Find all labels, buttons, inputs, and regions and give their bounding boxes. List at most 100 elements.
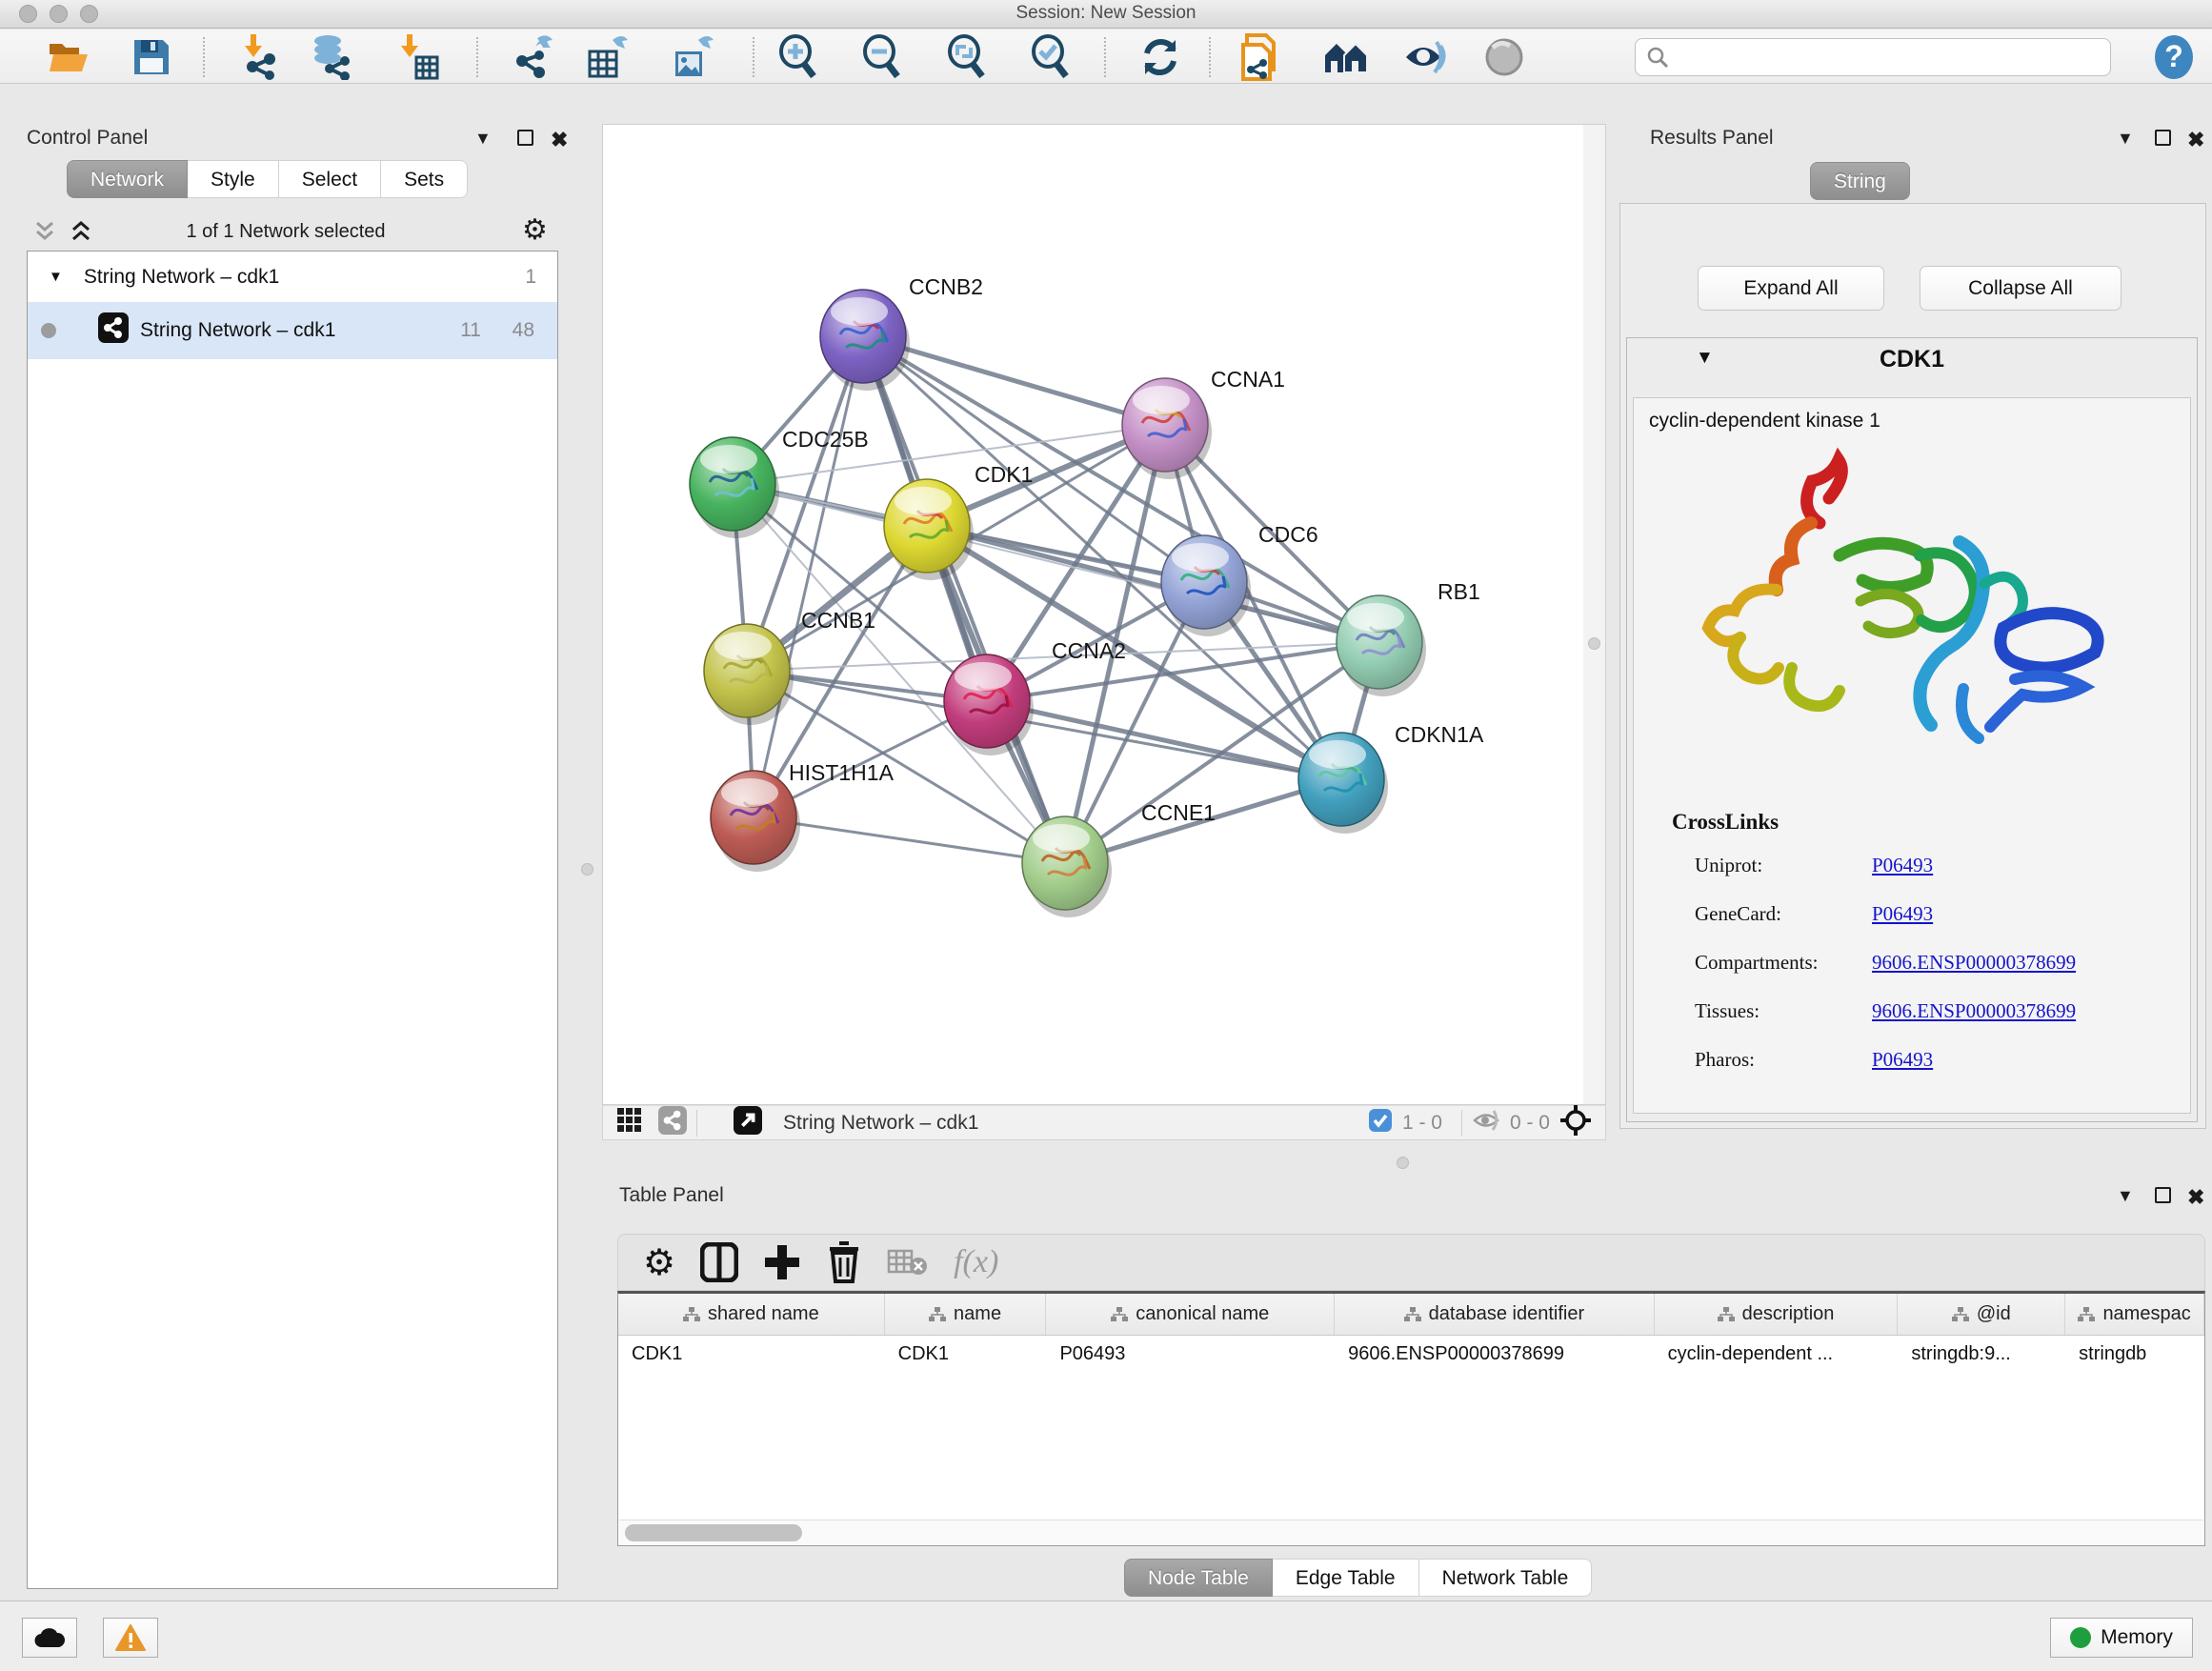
network-canvas[interactable]: CCNB2CCNA1CDC25BCDK1CDC6RB1CCNB1CCNA2CDK… bbox=[602, 124, 1606, 1105]
zoom-fit-icon[interactable] bbox=[942, 35, 992, 79]
tab-string[interactable]: String bbox=[1810, 162, 1910, 200]
clear-table-icon[interactable] bbox=[887, 1247, 929, 1278]
function-builder-icon[interactable]: f(x) bbox=[954, 1244, 998, 1280]
results-panel-maximize-icon[interactable] bbox=[2155, 130, 2171, 146]
column-header-name[interactable]: name bbox=[885, 1294, 1047, 1335]
crosslink-link[interactable]: 9606.ENSP00000378699 bbox=[1872, 999, 2076, 1023]
column-header-canonical-name[interactable]: canonical name bbox=[1046, 1294, 1335, 1335]
crosslink-link[interactable]: P06493 bbox=[1872, 1048, 1933, 1072]
network-overview-icon[interactable] bbox=[658, 1106, 687, 1139]
export-table-icon[interactable] bbox=[583, 35, 633, 79]
results-panel-close-icon[interactable]: ✖ bbox=[2187, 128, 2204, 152]
collapse-all-button[interactable]: Collapse All bbox=[1920, 266, 2122, 311]
node-CCNA1[interactable] bbox=[1122, 378, 1212, 479]
delete-column-icon[interactable] bbox=[826, 1241, 862, 1283]
table-horizontal-scrollbar[interactable] bbox=[619, 1520, 2203, 1544]
edge-CCNA2-CDKN1A[interactable] bbox=[987, 701, 1341, 779]
help-icon[interactable]: ? bbox=[2149, 35, 2199, 79]
save-session-icon[interactable] bbox=[127, 35, 176, 79]
hidden-eye-icon[interactable] bbox=[1472, 1108, 1500, 1137]
table-panel-close-icon[interactable]: ✖ bbox=[2187, 1185, 2204, 1210]
table-cell[interactable]: stringdb bbox=[2065, 1336, 2204, 1372]
export-network-icon[interactable] bbox=[508, 35, 557, 79]
node-CCNE1[interactable] bbox=[1022, 816, 1112, 917]
show-columns-icon[interactable] bbox=[700, 1242, 738, 1282]
column-header-shared-name[interactable]: shared name bbox=[618, 1294, 885, 1335]
zoom-out-icon[interactable] bbox=[857, 35, 907, 79]
node-CCNB2[interactable] bbox=[820, 290, 910, 391]
horizontal-splitter-handle[interactable] bbox=[1397, 1157, 1409, 1169]
import-table-icon[interactable] bbox=[392, 35, 442, 79]
import-network-icon[interactable] bbox=[236, 35, 286, 79]
memory-button[interactable]: Memory bbox=[2050, 1618, 2193, 1658]
table-panel-float-icon[interactable]: ▼ bbox=[2117, 1186, 2134, 1206]
network-row-selected[interactable]: String Network – cdk1 11 48 bbox=[28, 302, 557, 359]
add-column-icon[interactable] bbox=[763, 1242, 801, 1282]
tab-network[interactable]: Network bbox=[67, 160, 188, 198]
control-panel-float-icon[interactable]: ▼ bbox=[474, 129, 492, 149]
cloud-status-button[interactable] bbox=[22, 1618, 77, 1658]
edge-CCNB2-HIST1H1A[interactable] bbox=[754, 336, 863, 817]
canvas-splitter-handle[interactable] bbox=[1588, 637, 1600, 650]
warning-status-button[interactable] bbox=[103, 1618, 158, 1658]
cloud-icon bbox=[33, 1626, 66, 1649]
table-cell[interactable]: CDK1 bbox=[618, 1336, 885, 1372]
network-collection-row[interactable]: ▼ String Network – cdk1 1 bbox=[28, 252, 557, 302]
import-network-from-database-icon[interactable] bbox=[308, 35, 357, 79]
results-panel-float-icon[interactable]: ▼ bbox=[2117, 129, 2134, 149]
table-options-gear-icon[interactable]: ⚙ bbox=[643, 1241, 675, 1284]
clone-network-icon[interactable] bbox=[1236, 35, 1285, 79]
node-CDK1[interactable] bbox=[884, 479, 974, 580]
crosslink-link[interactable]: P06493 bbox=[1872, 902, 1933, 926]
tab-node-table[interactable]: Node Table bbox=[1124, 1559, 1273, 1597]
expand-all-button[interactable]: Expand All bbox=[1698, 266, 1884, 311]
left-splitter-handle[interactable] bbox=[581, 863, 593, 876]
node-RB1[interactable] bbox=[1337, 595, 1426, 696]
first-neighbors-icon[interactable] bbox=[1321, 35, 1371, 79]
column-header-description[interactable]: description bbox=[1655, 1294, 1899, 1335]
control-panel-maximize-icon[interactable] bbox=[517, 130, 533, 146]
zoom-in-icon[interactable] bbox=[774, 35, 823, 79]
node-CDC6[interactable] bbox=[1161, 535, 1251, 636]
table-cell[interactable]: P06493 bbox=[1046, 1336, 1335, 1372]
results-panel-title: Results Panel bbox=[1650, 127, 1774, 150]
node-CDKN1A[interactable] bbox=[1298, 733, 1388, 834]
collection-expand-caret[interactable]: ▼ bbox=[49, 269, 63, 285]
search-input[interactable] bbox=[1635, 38, 2111, 76]
table-cell[interactable]: stringdb:9... bbox=[1898, 1336, 2065, 1372]
tab-style[interactable]: Style bbox=[188, 160, 279, 198]
tab-edge-table[interactable]: Edge Table bbox=[1273, 1559, 1419, 1597]
column-header-database-identifier[interactable]: database identifier bbox=[1335, 1294, 1655, 1335]
table-panel-maximize-icon[interactable] bbox=[2155, 1187, 2171, 1203]
crosslink-link[interactable]: P06493 bbox=[1872, 854, 1933, 877]
table-cell[interactable]: CDK1 bbox=[885, 1336, 1047, 1372]
selected-nodes-checkbox-icon[interactable] bbox=[1368, 1108, 1393, 1137]
edge-HIST1H1A-CCNE1[interactable] bbox=[754, 817, 1065, 863]
refresh-layout-icon[interactable] bbox=[1136, 35, 1185, 79]
table-cell[interactable]: 9606.ENSP00000378699 bbox=[1335, 1336, 1655, 1372]
scrollbar-thumb[interactable] bbox=[625, 1524, 802, 1541]
network-options-gear-icon[interactable]: ⚙ bbox=[522, 213, 548, 247]
open-file-icon[interactable] bbox=[44, 35, 93, 79]
table-cell[interactable]: cyclin-dependent ... bbox=[1655, 1336, 1899, 1372]
table-toolbar: ⚙ f(x) bbox=[617, 1234, 2205, 1291]
grid-view-icon[interactable] bbox=[616, 1107, 643, 1138]
node-CCNB1[interactable] bbox=[704, 624, 794, 725]
node-CDC25B[interactable] bbox=[690, 437, 779, 538]
crosslink-link[interactable]: 9606.ENSP00000378699 bbox=[1872, 951, 2076, 975]
node-label-CDKN1A: CDKN1A bbox=[1395, 722, 1484, 747]
node-HIST1H1A[interactable] bbox=[711, 771, 800, 872]
show-all-icon[interactable] bbox=[1480, 35, 1530, 79]
tab-sets[interactable]: Sets bbox=[381, 160, 468, 198]
birdseye-crosshair-icon[interactable] bbox=[1559, 1104, 1592, 1141]
column-header-namespac[interactable]: namespac bbox=[2065, 1294, 2204, 1335]
control-panel-close-icon[interactable]: ✖ bbox=[551, 128, 568, 152]
zoom-selected-icon[interactable] bbox=[1026, 35, 1076, 79]
tab-select[interactable]: Select bbox=[279, 160, 381, 198]
export-image-icon[interactable] bbox=[669, 35, 718, 79]
column-header--id[interactable]: @id bbox=[1898, 1294, 2065, 1335]
table-row[interactable]: CDK1CDK1P064939606.ENSP00000378699cyclin… bbox=[618, 1336, 2204, 1372]
detach-view-icon[interactable] bbox=[734, 1106, 762, 1139]
hide-selected-icon[interactable] bbox=[1401, 35, 1451, 79]
tab-network-table[interactable]: Network Table bbox=[1419, 1559, 1593, 1597]
